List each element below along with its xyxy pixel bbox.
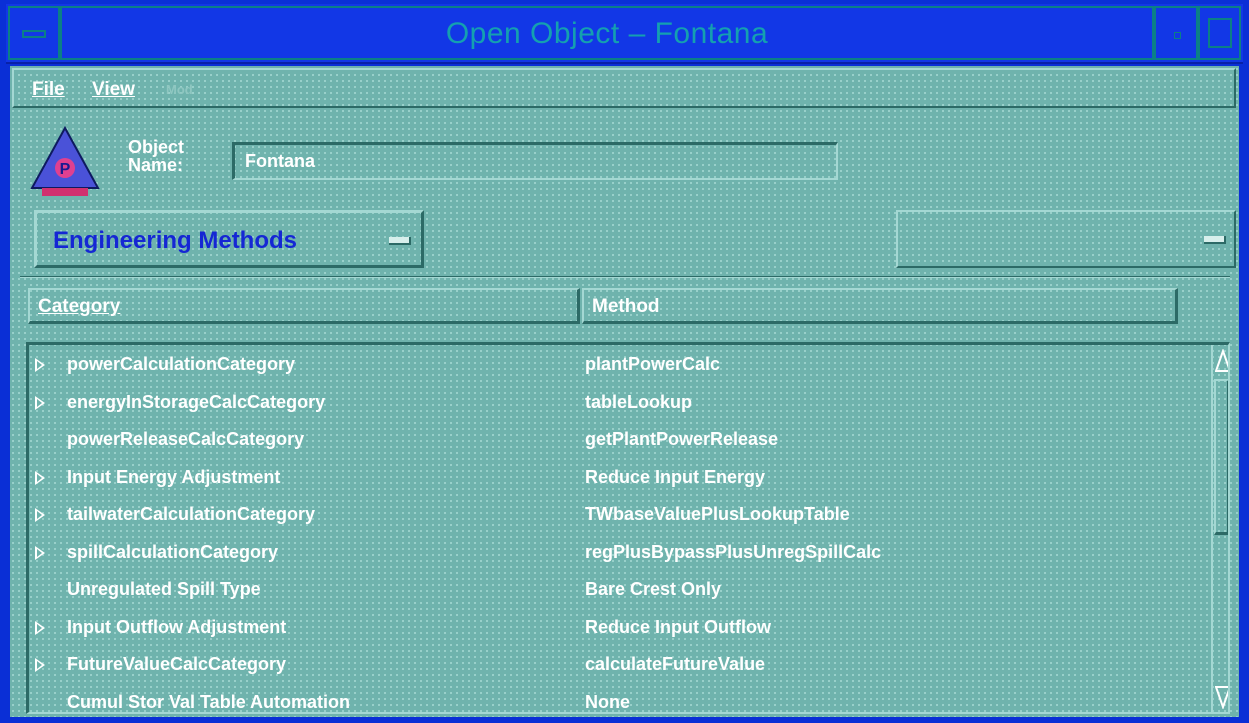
- expand-arrow-icon[interactable]: [35, 358, 45, 372]
- window-menu-button[interactable]: [8, 6, 60, 60]
- expand-arrow-icon[interactable]: [35, 620, 45, 635]
- expand-arrow-icon[interactable]: [35, 545, 45, 560]
- table-row[interactable]: spillCalculationCategory regPlusBypassPlu…: [29, 535, 1209, 572]
- table-row[interactable]: FutureValueCalcCategory calculateFutureVa…: [29, 647, 1209, 684]
- category-cell: Unregulated Spill Type: [67, 579, 261, 599]
- column-header-category[interactable]: Category: [28, 288, 580, 324]
- category-cell: powerCalculationCategory: [67, 354, 296, 374]
- dropdown-indicator-icon: [389, 237, 411, 245]
- scroll-up-arrow-icon[interactable]: [1215, 349, 1230, 373]
- minimize-button[interactable]: [1154, 6, 1198, 60]
- table-row[interactable]: Unregulated Spill Type Bare Crest Only: [29, 572, 1209, 609]
- method-cell[interactable]: tableLookup: [585, 392, 692, 413]
- object-name-field[interactable]: [232, 142, 838, 180]
- minimize-icon: [1174, 32, 1181, 39]
- menu-bar: File View Mod: [12, 68, 1236, 108]
- expand-arrow-icon[interactable]: [35, 508, 45, 522]
- menu-modify-disabled: Mod: [166, 82, 193, 97]
- maximize-button[interactable]: [1198, 6, 1241, 60]
- method-cell[interactable]: TWbaseValuePlusLookupTable: [585, 504, 850, 525]
- category-cell: tailwaterCalculationCategory: [67, 504, 316, 524]
- power-reservoir-object-icon: P: [30, 125, 100, 196]
- dropdown-indicator-icon: [1204, 236, 1226, 244]
- object-name-label: Object Name:: [128, 137, 185, 175]
- category-cell: energyInStorageCalcCategory: [67, 391, 326, 412]
- view-selector-value: Engineering Methods: [53, 227, 298, 254]
- secondary-dropdown[interactable]: [896, 210, 1236, 268]
- menu-file-label: File: [32, 79, 65, 100]
- category-cell: Cumul Stor Val Table Automation: [67, 691, 351, 712]
- window-title: Open Object – Fontana: [445, 17, 769, 50]
- scroll-thumb[interactable]: [1214, 379, 1228, 535]
- expand-arrow-icon[interactable]: [35, 658, 45, 672]
- methods-list: powerCalculationCategory plantPowerCalc en…: [26, 342, 1230, 714]
- category-cell: Input Energy Adjustment: [67, 466, 281, 487]
- menu-view[interactable]: View: [92, 79, 135, 101]
- category-cell: spillCalculationCategory: [67, 541, 279, 562]
- table-row[interactable]: Input Energy Adjustment Reduce Input Ener…: [29, 460, 1209, 497]
- table-row[interactable]: tailwaterCalculationCategory TWbaseValueP…: [29, 497, 1209, 534]
- table-row[interactable]: energyInStorageCalcCategory tableLookup: [29, 385, 1209, 422]
- application-window: Open Object – Fontana File View Mod P Ob…: [6, 4, 1243, 719]
- method-cell[interactable]: Bare Crest Only: [585, 579, 721, 600]
- method-cell[interactable]: None: [585, 692, 630, 713]
- title-area[interactable]: Open Object – Fontana: [60, 6, 1154, 60]
- object-icon-letter: P: [60, 161, 71, 178]
- category-cell: powerReleaseCalcCategory: [67, 429, 305, 449]
- vertical-scrollbar[interactable]: [1211, 345, 1230, 712]
- method-cell[interactable]: regPlusBypassPlusUnregSpillCalc: [585, 542, 881, 563]
- window-menu-icon: [22, 30, 46, 38]
- title-bar[interactable]: Open Object – Fontana: [6, 4, 1243, 64]
- table-row[interactable]: powerReleaseCalcCategory getPlantPowerRel…: [29, 422, 1209, 459]
- expand-arrow-icon[interactable]: [35, 470, 45, 485]
- category-cell: Input Outflow Adjustment: [67, 616, 287, 637]
- table-row[interactable]: Cumul Stor Val Table Automation None: [29, 685, 1209, 713]
- table-row[interactable]: Input Outflow Adjustment Reduce Input Out…: [29, 610, 1209, 647]
- menu-view-label: View: [92, 79, 135, 100]
- scroll-down-arrow-icon[interactable]: [1215, 685, 1230, 709]
- method-cell[interactable]: Reduce Input Energy: [585, 467, 765, 488]
- window-client-area: File View Mod P Object Name: Engineering…: [10, 66, 1239, 717]
- maximize-icon: [1208, 18, 1232, 48]
- method-cell[interactable]: Reduce Input Outflow: [585, 617, 771, 638]
- menu-file[interactable]: File: [32, 79, 65, 101]
- table-row[interactable]: powerCalculationCategory plantPowerCalc: [29, 347, 1209, 384]
- method-cell[interactable]: getPlantPowerRelease: [585, 429, 778, 450]
- expand-arrow-icon[interactable]: [35, 395, 45, 410]
- separator: [20, 276, 1230, 278]
- method-cell[interactable]: plantPowerCalc: [585, 354, 720, 375]
- method-cell[interactable]: calculateFutureValue: [585, 654, 765, 675]
- category-cell: FutureValueCalcCategory: [67, 654, 287, 674]
- column-header-method[interactable]: Method: [582, 288, 1178, 324]
- view-selector-dropdown[interactable]: Engineering Methods: [34, 210, 424, 268]
